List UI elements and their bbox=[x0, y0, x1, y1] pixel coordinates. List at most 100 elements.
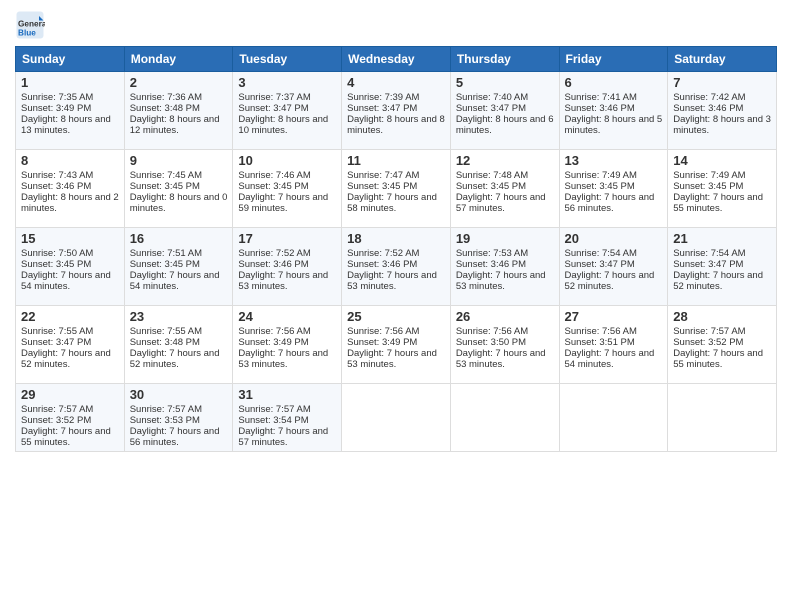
table-cell: 15 Sunrise: 7:50 AMSunset: 3:45 PMDayligh… bbox=[16, 228, 125, 306]
day-number: 1 bbox=[21, 75, 119, 90]
svg-text:Blue: Blue bbox=[18, 29, 36, 38]
sunset: Sunset: 3:46 PM bbox=[347, 259, 417, 270]
day-number: 15 bbox=[21, 231, 119, 246]
table-cell: 14Sunrise: 7:49 AMSunset: 3:45 PMDayligh… bbox=[668, 150, 777, 228]
table-cell: 25Sunrise: 7:56 AMSunset: 3:49 PMDayligh… bbox=[342, 306, 451, 384]
daylight: Daylight: 7 hours and 55 minutes. bbox=[21, 426, 111, 448]
table-cell: 18Sunrise: 7:52 AMSunset: 3:46 PMDayligh… bbox=[342, 228, 451, 306]
sunset: Sunset: 3:49 PM bbox=[21, 103, 91, 114]
table-cell: 26Sunrise: 7:56 AMSunset: 3:50 PMDayligh… bbox=[450, 306, 559, 384]
table-cell: 23Sunrise: 7:55 AMSunset: 3:48 PMDayligh… bbox=[124, 306, 233, 384]
sunset: Sunset: 3:50 PM bbox=[456, 337, 526, 348]
sunset: Sunset: 3:47 PM bbox=[673, 259, 743, 270]
sunrise: Sunrise: 7:57 AM bbox=[673, 326, 745, 337]
sunrise: Sunrise: 7:45 AM bbox=[130, 170, 202, 181]
sunrise: Sunrise: 7:46 AM bbox=[238, 170, 310, 181]
day-number: 3 bbox=[238, 75, 336, 90]
sunset: Sunset: 3:47 PM bbox=[456, 103, 526, 114]
logo-icon: General Blue bbox=[15, 10, 45, 40]
table-cell: 24Sunrise: 7:56 AMSunset: 3:49 PMDayligh… bbox=[233, 306, 342, 384]
day-number: 30 bbox=[130, 387, 228, 402]
sunrise: Sunrise: 7:57 AM bbox=[130, 404, 202, 415]
sunrise: Sunrise: 7:50 AM bbox=[21, 248, 93, 259]
day-number: 23 bbox=[130, 309, 228, 324]
day-number: 12 bbox=[456, 153, 554, 168]
table-cell: 4Sunrise: 7:39 AMSunset: 3:47 PMDaylight… bbox=[342, 72, 451, 150]
sunset: Sunset: 3:45 PM bbox=[673, 181, 743, 192]
table-cell: 21Sunrise: 7:54 AMSunset: 3:47 PMDayligh… bbox=[668, 228, 777, 306]
table-cell: 7Sunrise: 7:42 AMSunset: 3:46 PMDaylight… bbox=[668, 72, 777, 150]
sunset: Sunset: 3:46 PM bbox=[238, 259, 308, 270]
daylight: Daylight: 7 hours and 53 minutes. bbox=[456, 348, 546, 370]
table-cell: 3Sunrise: 7:37 AMSunset: 3:47 PMDaylight… bbox=[233, 72, 342, 150]
col-tuesday: Tuesday bbox=[233, 47, 342, 72]
daylight: Daylight: 8 hours and 2 minutes. bbox=[21, 192, 119, 214]
sunrise: Sunrise: 7:42 AM bbox=[673, 92, 745, 103]
day-number: 8 bbox=[21, 153, 119, 168]
sunset: Sunset: 3:45 PM bbox=[347, 181, 417, 192]
sunset: Sunset: 3:49 PM bbox=[347, 337, 417, 348]
sunrise: Sunrise: 7:57 AM bbox=[238, 404, 310, 415]
sunrise: Sunrise: 7:57 AM bbox=[21, 404, 93, 415]
sunset: Sunset: 3:48 PM bbox=[130, 337, 200, 348]
table-cell: 11Sunrise: 7:47 AMSunset: 3:45 PMDayligh… bbox=[342, 150, 451, 228]
daylight: Daylight: 7 hours and 57 minutes. bbox=[238, 426, 328, 448]
table-cell: 1Sunrise: 7:35 AMSunset: 3:49 PMDaylight… bbox=[16, 72, 125, 150]
table-cell: 29Sunrise: 7:57 AMSunset: 3:52 PMDayligh… bbox=[16, 384, 125, 452]
daylight: Daylight: 7 hours and 52 minutes. bbox=[130, 348, 220, 370]
sunrise: Sunrise: 7:37 AM bbox=[238, 92, 310, 103]
daylight: Daylight: 7 hours and 54 minutes. bbox=[21, 270, 111, 292]
day-number: 10 bbox=[238, 153, 336, 168]
day-number: 28 bbox=[673, 309, 771, 324]
sunset: Sunset: 3:46 PM bbox=[565, 103, 635, 114]
table-cell: 31Sunrise: 7:57 AMSunset: 3:54 PMDayligh… bbox=[233, 384, 342, 452]
day-number: 18 bbox=[347, 231, 445, 246]
day-number: 16 bbox=[130, 231, 228, 246]
sunrise: Sunrise: 7:39 AM bbox=[347, 92, 419, 103]
sunrise: Sunrise: 7:55 AM bbox=[21, 326, 93, 337]
logo: General Blue bbox=[15, 10, 45, 40]
sunrise: Sunrise: 7:48 AM bbox=[456, 170, 528, 181]
table-cell: 30Sunrise: 7:57 AMSunset: 3:53 PMDayligh… bbox=[124, 384, 233, 452]
table-cell: 17Sunrise: 7:52 AMSunset: 3:46 PMDayligh… bbox=[233, 228, 342, 306]
day-number: 24 bbox=[238, 309, 336, 324]
sunset: Sunset: 3:54 PM bbox=[238, 415, 308, 426]
day-number: 19 bbox=[456, 231, 554, 246]
daylight: Daylight: 7 hours and 53 minutes. bbox=[456, 270, 546, 292]
table-cell: 6Sunrise: 7:41 AMSunset: 3:46 PMDaylight… bbox=[559, 72, 668, 150]
daylight: Daylight: 7 hours and 59 minutes. bbox=[238, 192, 328, 214]
daylight: Daylight: 8 hours and 5 minutes. bbox=[565, 114, 663, 136]
sunset: Sunset: 3:47 PM bbox=[347, 103, 417, 114]
sunset: Sunset: 3:52 PM bbox=[673, 337, 743, 348]
daylight: Daylight: 7 hours and 53 minutes. bbox=[238, 348, 328, 370]
sunrise: Sunrise: 7:56 AM bbox=[456, 326, 528, 337]
sunrise: Sunrise: 7:36 AM bbox=[130, 92, 202, 103]
daylight: Daylight: 7 hours and 57 minutes. bbox=[456, 192, 546, 214]
sunset: Sunset: 3:47 PM bbox=[565, 259, 635, 270]
sunrise: Sunrise: 7:52 AM bbox=[347, 248, 419, 259]
sunset: Sunset: 3:46 PM bbox=[21, 181, 91, 192]
day-number: 27 bbox=[565, 309, 663, 324]
daylight: Daylight: 8 hours and 12 minutes. bbox=[130, 114, 220, 136]
day-number: 22 bbox=[21, 309, 119, 324]
day-number: 17 bbox=[238, 231, 336, 246]
sunrise: Sunrise: 7:41 AM bbox=[565, 92, 637, 103]
day-number: 20 bbox=[565, 231, 663, 246]
sunset: Sunset: 3:45 PM bbox=[238, 181, 308, 192]
daylight: Daylight: 7 hours and 53 minutes. bbox=[238, 270, 328, 292]
sunset: Sunset: 3:49 PM bbox=[238, 337, 308, 348]
sunrise: Sunrise: 7:49 AM bbox=[673, 170, 745, 181]
sunset: Sunset: 3:51 PM bbox=[565, 337, 635, 348]
sunrise: Sunrise: 7:54 AM bbox=[565, 248, 637, 259]
daylight: Daylight: 7 hours and 56 minutes. bbox=[565, 192, 655, 214]
sunset: Sunset: 3:45 PM bbox=[21, 259, 91, 270]
daylight: Daylight: 7 hours and 55 minutes. bbox=[673, 348, 763, 370]
col-wednesday: Wednesday bbox=[342, 47, 451, 72]
table-cell: 10 Sunrise: 7:46 AMSunset: 3:45 PMDayligh… bbox=[233, 150, 342, 228]
day-number: 2 bbox=[130, 75, 228, 90]
daylight: Daylight: 8 hours and 0 minutes. bbox=[130, 192, 228, 214]
col-friday: Friday bbox=[559, 47, 668, 72]
table-cell: 2 Sunrise: 7:36 AMSunset: 3:48 PMDaylight… bbox=[124, 72, 233, 150]
daylight: Daylight: 7 hours and 52 minutes. bbox=[565, 270, 655, 292]
sunset: Sunset: 3:48 PM bbox=[130, 103, 200, 114]
